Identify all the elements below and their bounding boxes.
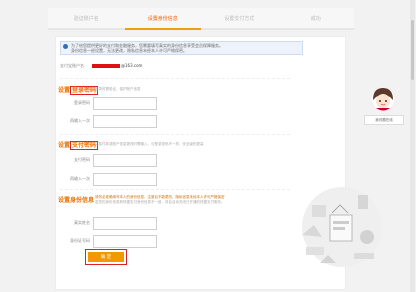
tab-success: 成功	[277, 8, 354, 30]
account-label: 支付宝账户名	[60, 63, 84, 68]
account-value: @163.com	[121, 63, 143, 68]
pay-password-confirm-label: 再输入一次	[70, 176, 90, 181]
identity-title: 设置身份信息	[58, 197, 95, 204]
divider	[60, 78, 290, 79]
real-name-label: 真实姓名	[74, 220, 90, 225]
assistant-button[interactable]: 我问题在线	[364, 115, 404, 125]
shopping-illustration	[302, 187, 382, 267]
id-number-label: 身份证号码	[70, 238, 90, 243]
login-password-title: 设置 登录密码	[58, 86, 99, 95]
real-name-input[interactable]	[93, 217, 157, 230]
pay-password-confirm-input[interactable]	[93, 173, 157, 186]
pay-password-input[interactable]	[93, 154, 157, 167]
divider	[60, 189, 290, 190]
tab-payment: 设置支付方式	[201, 8, 278, 30]
scrollbar-thumb[interactable]	[411, 20, 414, 80]
tab-verify-account: 验证账户名	[48, 8, 125, 30]
login-password-confirm-input[interactable]	[93, 115, 157, 128]
login-password-label: 登录密码	[74, 100, 90, 105]
identity-hint-2: 若您的身份信息和快捷支付身份信息不一致，将会自动关闭已开通的快捷支付服务。	[95, 200, 225, 204]
tab-identity: 设置身份信息	[124, 8, 201, 30]
login-password-hint: 登录时需验证，保护账户信息	[95, 87, 141, 91]
scrollbar[interactable]	[410, 0, 415, 292]
redacted-account	[92, 64, 120, 68]
divider	[60, 134, 290, 135]
id-number-input[interactable]	[93, 235, 157, 248]
notice-line-2: 身份信息一经设置，无法更改，隐私信息未经本人许可严格保密。	[71, 48, 187, 53]
pay-password-hint: 交易付款或账户信息更改时需输入，与登录密码不一样，安全级别更高	[95, 142, 204, 146]
confirm-button[interactable]: 确 定	[88, 252, 124, 262]
assistant-avatar-icon[interactable]	[370, 86, 396, 112]
progress-tabs: 验证账户名 设置身份信息 设置支付方式 成功	[48, 8, 354, 30]
info-notice: 为了给您提供更好的支付和金融服务，您需要填写真实的身份信息享受会员保障服务。 身…	[60, 41, 303, 55]
login-password-confirm-label: 再输入一次	[70, 118, 90, 123]
confirm-highlight: 确 定	[85, 249, 127, 265]
login-password-input[interactable]	[93, 97, 157, 110]
pay-password-label: 支付密码	[74, 157, 90, 162]
pay-password-title: 设置 支付密码	[58, 141, 99, 150]
info-icon	[63, 44, 68, 49]
